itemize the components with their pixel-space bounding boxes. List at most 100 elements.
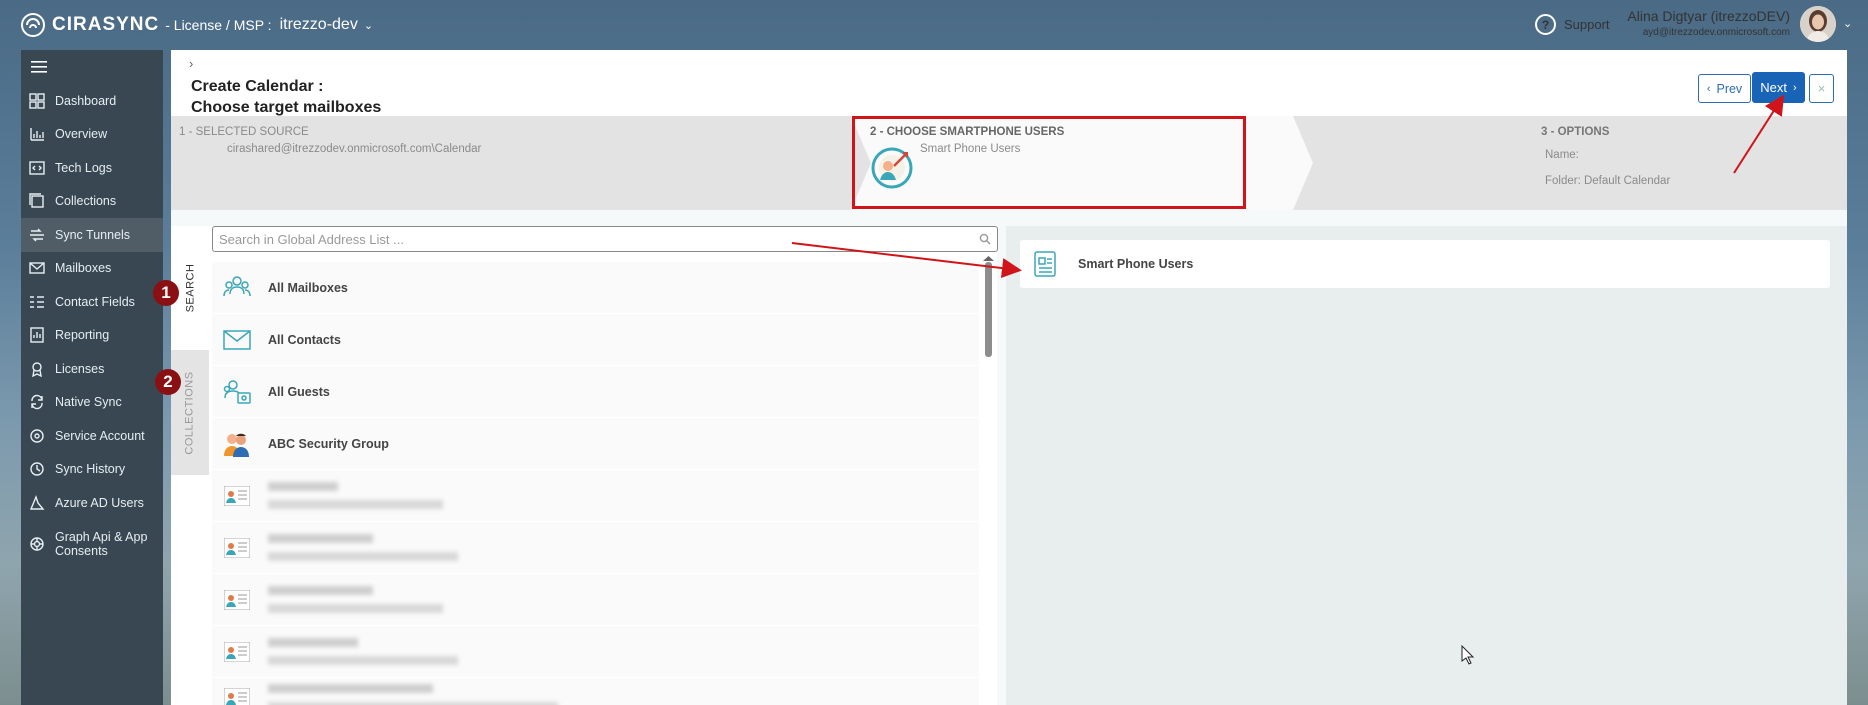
sidebar-item-label: Overview	[55, 127, 108, 142]
sidebar-item-sync-history[interactable]: Sync History	[21, 453, 163, 487]
sidebar-item-label: Native Sync	[55, 395, 122, 410]
contact-card-icon	[222, 534, 252, 562]
scroll-up-icon[interactable]	[983, 256, 994, 261]
sidebar-item-label: Sync Tunnels	[55, 227, 131, 242]
sidebar-item-label: Graph Api & App Consents	[55, 529, 148, 558]
list-item[interactable]: All Mailboxes	[212, 262, 979, 314]
breadcrumb[interactable]: ›	[189, 56, 193, 71]
step-3-name: Name:	[1545, 149, 1579, 161]
page-subtitle: Choose target mailboxes	[191, 99, 382, 116]
collection-document-icon	[1034, 251, 1056, 277]
dashboard-icon	[29, 93, 45, 109]
native-sync-icon	[31, 395, 43, 410]
selected-item-label: Smart Phone Users	[1078, 257, 1194, 271]
main-content: › Create Calendar : Choose target mailbo…	[171, 50, 1847, 705]
sidebar-item-label: Contact Fields	[55, 294, 135, 309]
list-item-redacted[interactable]	[212, 522, 979, 574]
support-link[interactable]: ? Support	[1535, 14, 1610, 35]
list-item-redacted[interactable]	[212, 626, 979, 678]
collections-icon	[29, 193, 44, 208]
sidebar-item-label: Dashboard	[55, 93, 117, 108]
next-label: Next	[1760, 80, 1788, 95]
step-1-label: 1 - SELECTED SOURCE	[179, 126, 309, 138]
envelope-icon	[29, 262, 45, 274]
guests-icon	[222, 378, 252, 406]
sidebar-item-reporting[interactable]: Reporting	[21, 319, 163, 353]
sidebar-item-label: Collections	[55, 194, 117, 209]
list-item-redacted[interactable]	[212, 678, 979, 705]
sidebar-item-service-account[interactable]: Service Account	[21, 419, 163, 453]
license-crumb[interactable]: - License / MSP :	[165, 17, 271, 33]
code-icon	[29, 161, 45, 175]
next-button[interactable]: Next ›	[1752, 72, 1805, 103]
chevron-left-icon: ‹	[1706, 82, 1711, 95]
redacted-text	[268, 638, 458, 665]
selected-item[interactable]: Smart Phone Users	[1020, 240, 1830, 288]
sidebar-item-label: Service Account	[55, 428, 145, 443]
sidebar-item-sync-tunnels[interactable]: Sync Tunnels	[21, 218, 163, 252]
wizard-steps: 1 - SELECTED SOURCE cirashared@itrezzode…	[171, 116, 1847, 210]
sidebar-item-label: Azure AD Users	[55, 495, 144, 510]
list-item-redacted[interactable]	[212, 470, 979, 522]
selected-panel: Smart Phone Users	[1006, 226, 1847, 705]
page-header: › Create Calendar : Choose target mailbo…	[171, 50, 1847, 116]
contact-card-icon	[222, 586, 252, 614]
page-title: Create Calendar :	[191, 78, 324, 95]
azure-users-icon	[29, 494, 45, 510]
list-item-redacted[interactable]	[212, 574, 979, 626]
close-button[interactable]: ×	[1809, 74, 1834, 103]
row-label: All Contacts	[268, 332, 341, 347]
sidebar: Dashboard Overview Tech Logs Collections Syn…	[21, 50, 163, 705]
sidebar-item-native-sync[interactable]: Native Sync	[21, 386, 163, 420]
sidebar-item-label: Sync History	[55, 462, 126, 477]
service-account-icon	[30, 429, 44, 443]
sidebar-item-graph-api-app-consents[interactable]: Graph Api & App Consents	[21, 520, 163, 568]
help-icon: ?	[1535, 14, 1556, 35]
redacted-text	[268, 482, 443, 509]
sidebar-item-label: Licenses	[55, 361, 105, 376]
report-icon	[30, 327, 44, 343]
cirasync-logo-icon	[21, 13, 45, 37]
sidebar-item-label: Reporting	[55, 328, 110, 343]
chevron-down-icon: ⌄	[363, 19, 374, 32]
bar-chart-icon	[30, 128, 44, 141]
avatar[interactable]	[1800, 6, 1836, 42]
fields-icon	[30, 296, 44, 308]
sidebar-item-collections[interactable]: Collections	[21, 185, 163, 219]
tab-collections-label: COLLECTIONS	[184, 370, 197, 455]
row-label: All Guests	[268, 384, 330, 399]
sidebar-item-label: Mailboxes	[55, 261, 112, 276]
sidebar-item-mailboxes[interactable]: Mailboxes	[21, 252, 163, 286]
brand-logo[interactable]: CIRASYNC	[20, 12, 159, 38]
security-group-icon	[222, 430, 252, 458]
menu-toggle[interactable]	[21, 50, 163, 84]
list-item[interactable]: ABC Security Group	[212, 418, 979, 470]
sidebar-item-tech-logs[interactable]: Tech Logs	[21, 151, 163, 185]
chevron-right-icon: ›	[1793, 81, 1797, 94]
contact-card-icon	[222, 482, 252, 510]
address-list: All Mailboxes All Contacts All Guests AB…	[212, 262, 979, 705]
sync-tunnel-icon	[30, 228, 44, 242]
search-icon[interactable]	[979, 233, 991, 245]
redacted-text	[268, 586, 443, 613]
scrollbar-thumb[interactable]	[985, 262, 992, 357]
sidebar-item-azure-ad-users[interactable]: Azure AD Users	[21, 486, 163, 520]
sidebar-item-licenses[interactable]: Licenses	[21, 352, 163, 386]
search-input[interactable]: Search in Global Address List ...	[212, 226, 998, 252]
prev-button[interactable]: ‹ Prev	[1698, 74, 1751, 103]
contact-card-icon	[222, 638, 252, 666]
user-menu-chevron-icon[interactable]: ⌄	[1843, 17, 1852, 30]
license-icon	[32, 362, 42, 377]
tab-collections[interactable]: COLLECTIONS	[171, 350, 209, 475]
user-name: Alina Digtyar (itrezzoDEV)	[1627, 8, 1790, 24]
users-group-icon	[222, 274, 252, 302]
sidebar-item-dashboard[interactable]: Dashboard	[21, 84, 163, 118]
sidebar-item-overview[interactable]: Overview	[21, 118, 163, 152]
step-3-label: 3 - OPTIONS	[1541, 126, 1610, 138]
sidebar-item-label: Tech Logs	[55, 160, 112, 175]
list-item[interactable]: All Guests	[212, 366, 979, 418]
list-item[interactable]: All Contacts	[212, 314, 979, 366]
user-info[interactable]: Alina Digtyar (itrezzoDEV) ayd@itrezzode…	[1620, 8, 1790, 38]
sidebar-item-contact-fields[interactable]: Contact Fields	[21, 285, 163, 319]
tenant-selector[interactable]: itrezzo-dev ⌄	[280, 16, 373, 34]
